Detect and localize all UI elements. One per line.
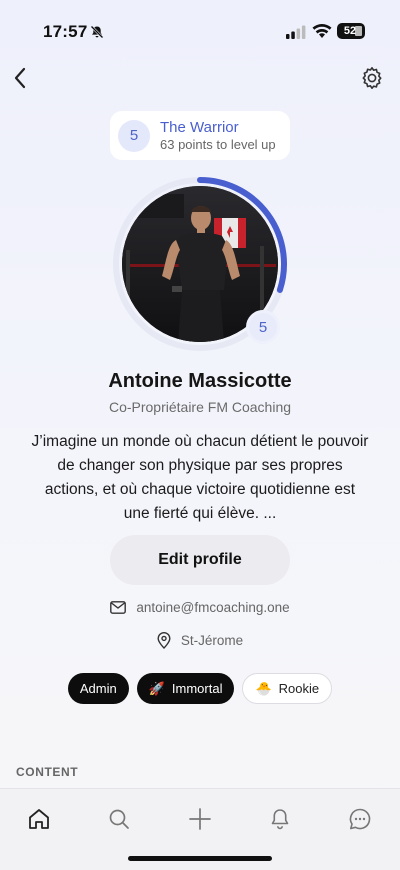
level-subtitle: 63 points to level up [160,136,276,152]
location-text: St-Jérome [180,633,244,648]
search-icon [109,809,129,829]
profile-role: Co-Propriétaire FM Coaching [108,399,292,415]
badges-row: Admin 🚀 Immortal 🐣 Rookie [0,673,400,704]
battery-level-text: 52 [343,25,357,37]
chevron-left-icon [14,67,26,89]
badge-rookie[interactable]: 🐣 Rookie [242,673,333,704]
settings-button[interactable] [358,64,386,92]
chat-icon [349,808,371,830]
status-time: 17:57 [43,22,88,41]
gear-icon [362,67,382,89]
profile-bio[interactable]: J’imagine un monde où chacun détient le … [30,430,370,526]
level-number-badge: 5 [118,119,150,152]
plus-icon [189,808,211,830]
battery-indicator: 52 [337,23,365,39]
avatar-container: 5 [112,176,288,352]
bell-icon [271,809,289,830]
tab-notifications[interactable] [260,799,300,839]
edit-profile-button[interactable]: Edit profile [110,535,290,585]
cellular-signal-icon [286,25,306,39]
badge-immortal[interactable]: 🚀 Immortal [136,673,235,704]
badge-label: Rookie [278,681,320,696]
back-button[interactable] [6,64,34,92]
tab-create[interactable] [180,799,220,839]
hatching-chick-icon: 🐣 [255,680,272,696]
badge-label: Immortal [171,681,223,696]
home-indicator [128,856,272,861]
profile-name: Antoine Massicotte [108,370,292,392]
status-bar: 17:57 52 [0,0,400,54]
tab-search[interactable] [99,799,139,839]
content-section-heading: CONTENT [16,765,79,779]
wifi-icon [312,24,332,38]
envelope-icon [110,601,127,614]
tab-messages[interactable] [340,799,380,839]
email-row[interactable]: antoine@fmcoaching.one [0,600,400,615]
badge-label: Admin [79,681,117,696]
home-icon [29,809,49,829]
bell-off-icon [90,25,104,39]
map-pin-icon [157,632,171,649]
tab-home[interactable] [19,799,59,839]
rocket-icon: 🚀 [148,680,165,696]
avatar-level-badge: 5 [246,310,280,344]
level-card[interactable]: 5 The Warrior 63 points to level up [110,111,290,160]
level-title: The Warrior [160,118,239,136]
location-row[interactable]: St-Jérome [0,632,400,649]
email-text: antoine@fmcoaching.one [136,600,290,615]
badge-admin[interactable]: Admin [67,673,129,704]
